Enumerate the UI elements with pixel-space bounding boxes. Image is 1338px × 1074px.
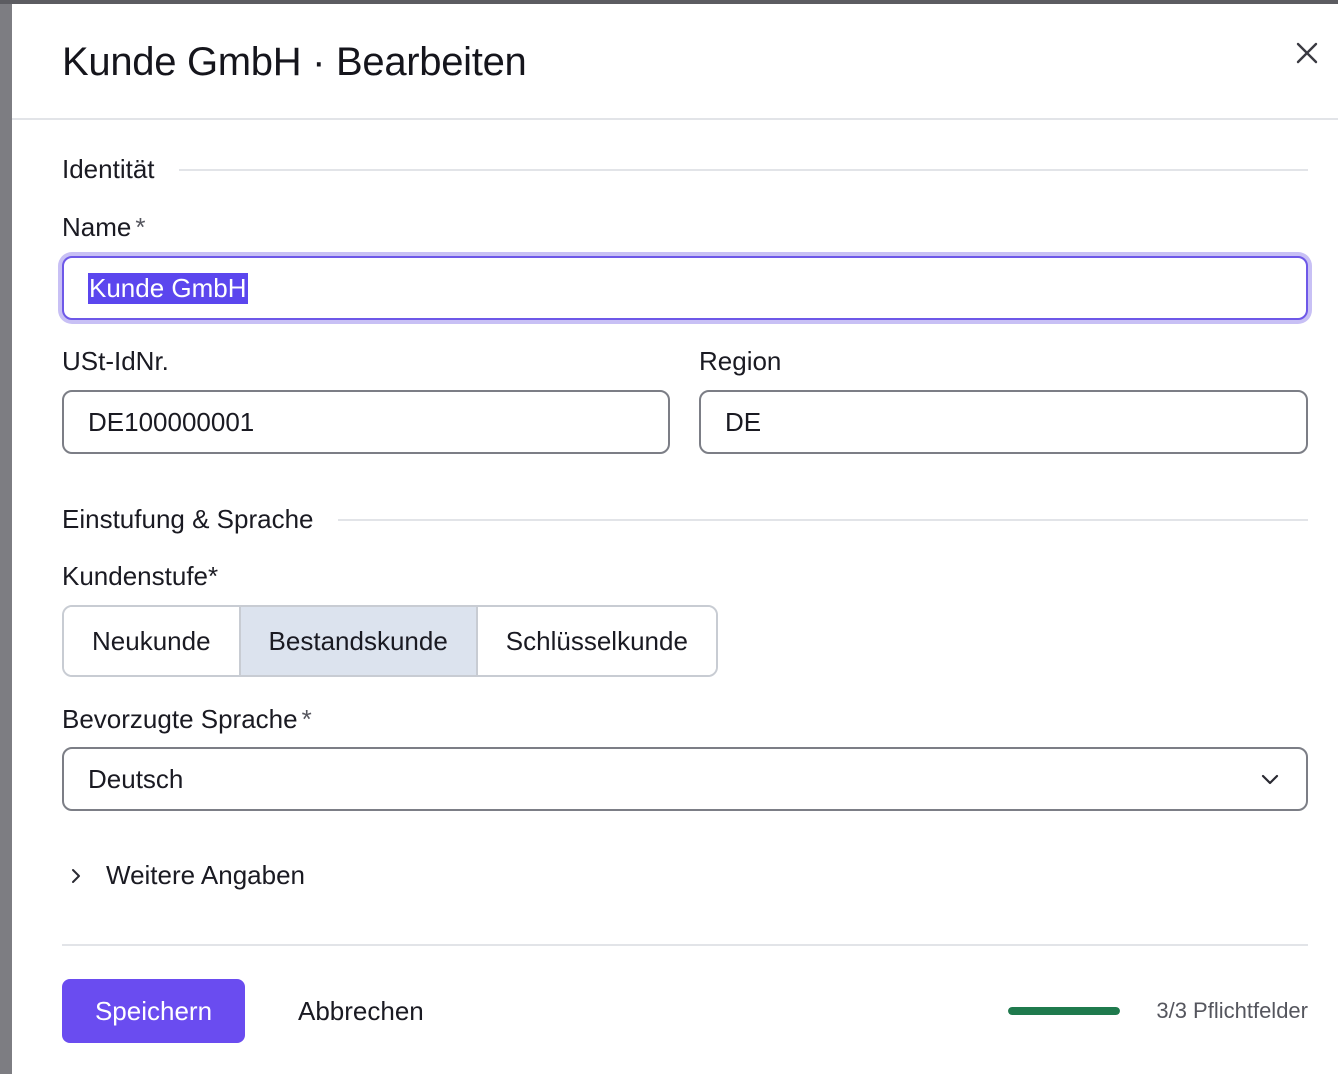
tier-option-bestandskunde[interactable]: Bestandskunde xyxy=(240,607,478,675)
section-identity: Identität xyxy=(62,154,1308,185)
tier-segmented-control: Neukunde Bestandskunde Schlüsselkunde xyxy=(62,605,718,677)
more-details-toggle[interactable]: Weitere Angaben xyxy=(66,860,305,891)
required-mark: * xyxy=(135,212,146,242)
vat-label: USt-IdNr. xyxy=(62,346,169,376)
dialog-title: Kunde GmbH · Bearbeiten xyxy=(62,40,527,84)
chevron-down-icon xyxy=(1261,774,1279,785)
chevron-right-icon xyxy=(72,868,80,883)
edit-customer-dialog: Kunde GmbH · Bearbeiten Identität Name * … xyxy=(12,4,1338,1074)
region-input[interactable]: DE xyxy=(699,390,1308,454)
region-input-value: DE xyxy=(725,406,762,437)
dialog-header: Kunde GmbH · Bearbeiten xyxy=(12,4,1338,120)
tier-option-neukunde[interactable]: Neukunde xyxy=(64,607,241,675)
section-title: Identität xyxy=(62,154,155,184)
cancel-button[interactable]: Abbrechen xyxy=(282,979,440,1043)
name-label: Name * xyxy=(62,212,146,242)
backdrop-overlay xyxy=(0,0,12,1074)
language-select-value: Deutsch xyxy=(88,763,184,794)
close-icon xyxy=(1296,42,1318,64)
name-input[interactable]: Kunde GmbH xyxy=(62,256,1308,320)
section-classification: Einstufung & Sprache xyxy=(62,504,1308,535)
footer-divider xyxy=(62,944,1308,946)
more-details-label: Weitere Angaben xyxy=(106,860,305,890)
section-divider xyxy=(337,518,1308,521)
language-label: Bevorzugte Sprache * xyxy=(62,704,312,734)
tier-option-schluesselkunde[interactable]: Schlüsselkunde xyxy=(477,607,716,675)
tier-label: Kundenstufe* xyxy=(62,561,219,591)
name-input-value: Kunde GmbH xyxy=(88,272,248,304)
save-button[interactable]: Speichern xyxy=(62,979,245,1043)
section-title: Einstufung & Sprache xyxy=(62,504,314,534)
vat-input-value: DE100000001 xyxy=(88,406,255,437)
section-divider xyxy=(178,168,1308,171)
vat-input[interactable]: DE100000001 xyxy=(62,390,670,454)
region-label: Region xyxy=(699,346,782,376)
language-select[interactable]: Deutsch xyxy=(62,747,1308,811)
close-button[interactable] xyxy=(1292,38,1322,68)
required-mark: * xyxy=(301,704,312,734)
required-fields-progress xyxy=(1008,1007,1120,1015)
progress-fill xyxy=(1008,1007,1120,1015)
required-fields-count: 3/3 Pflichtfelder xyxy=(1156,998,1308,1023)
